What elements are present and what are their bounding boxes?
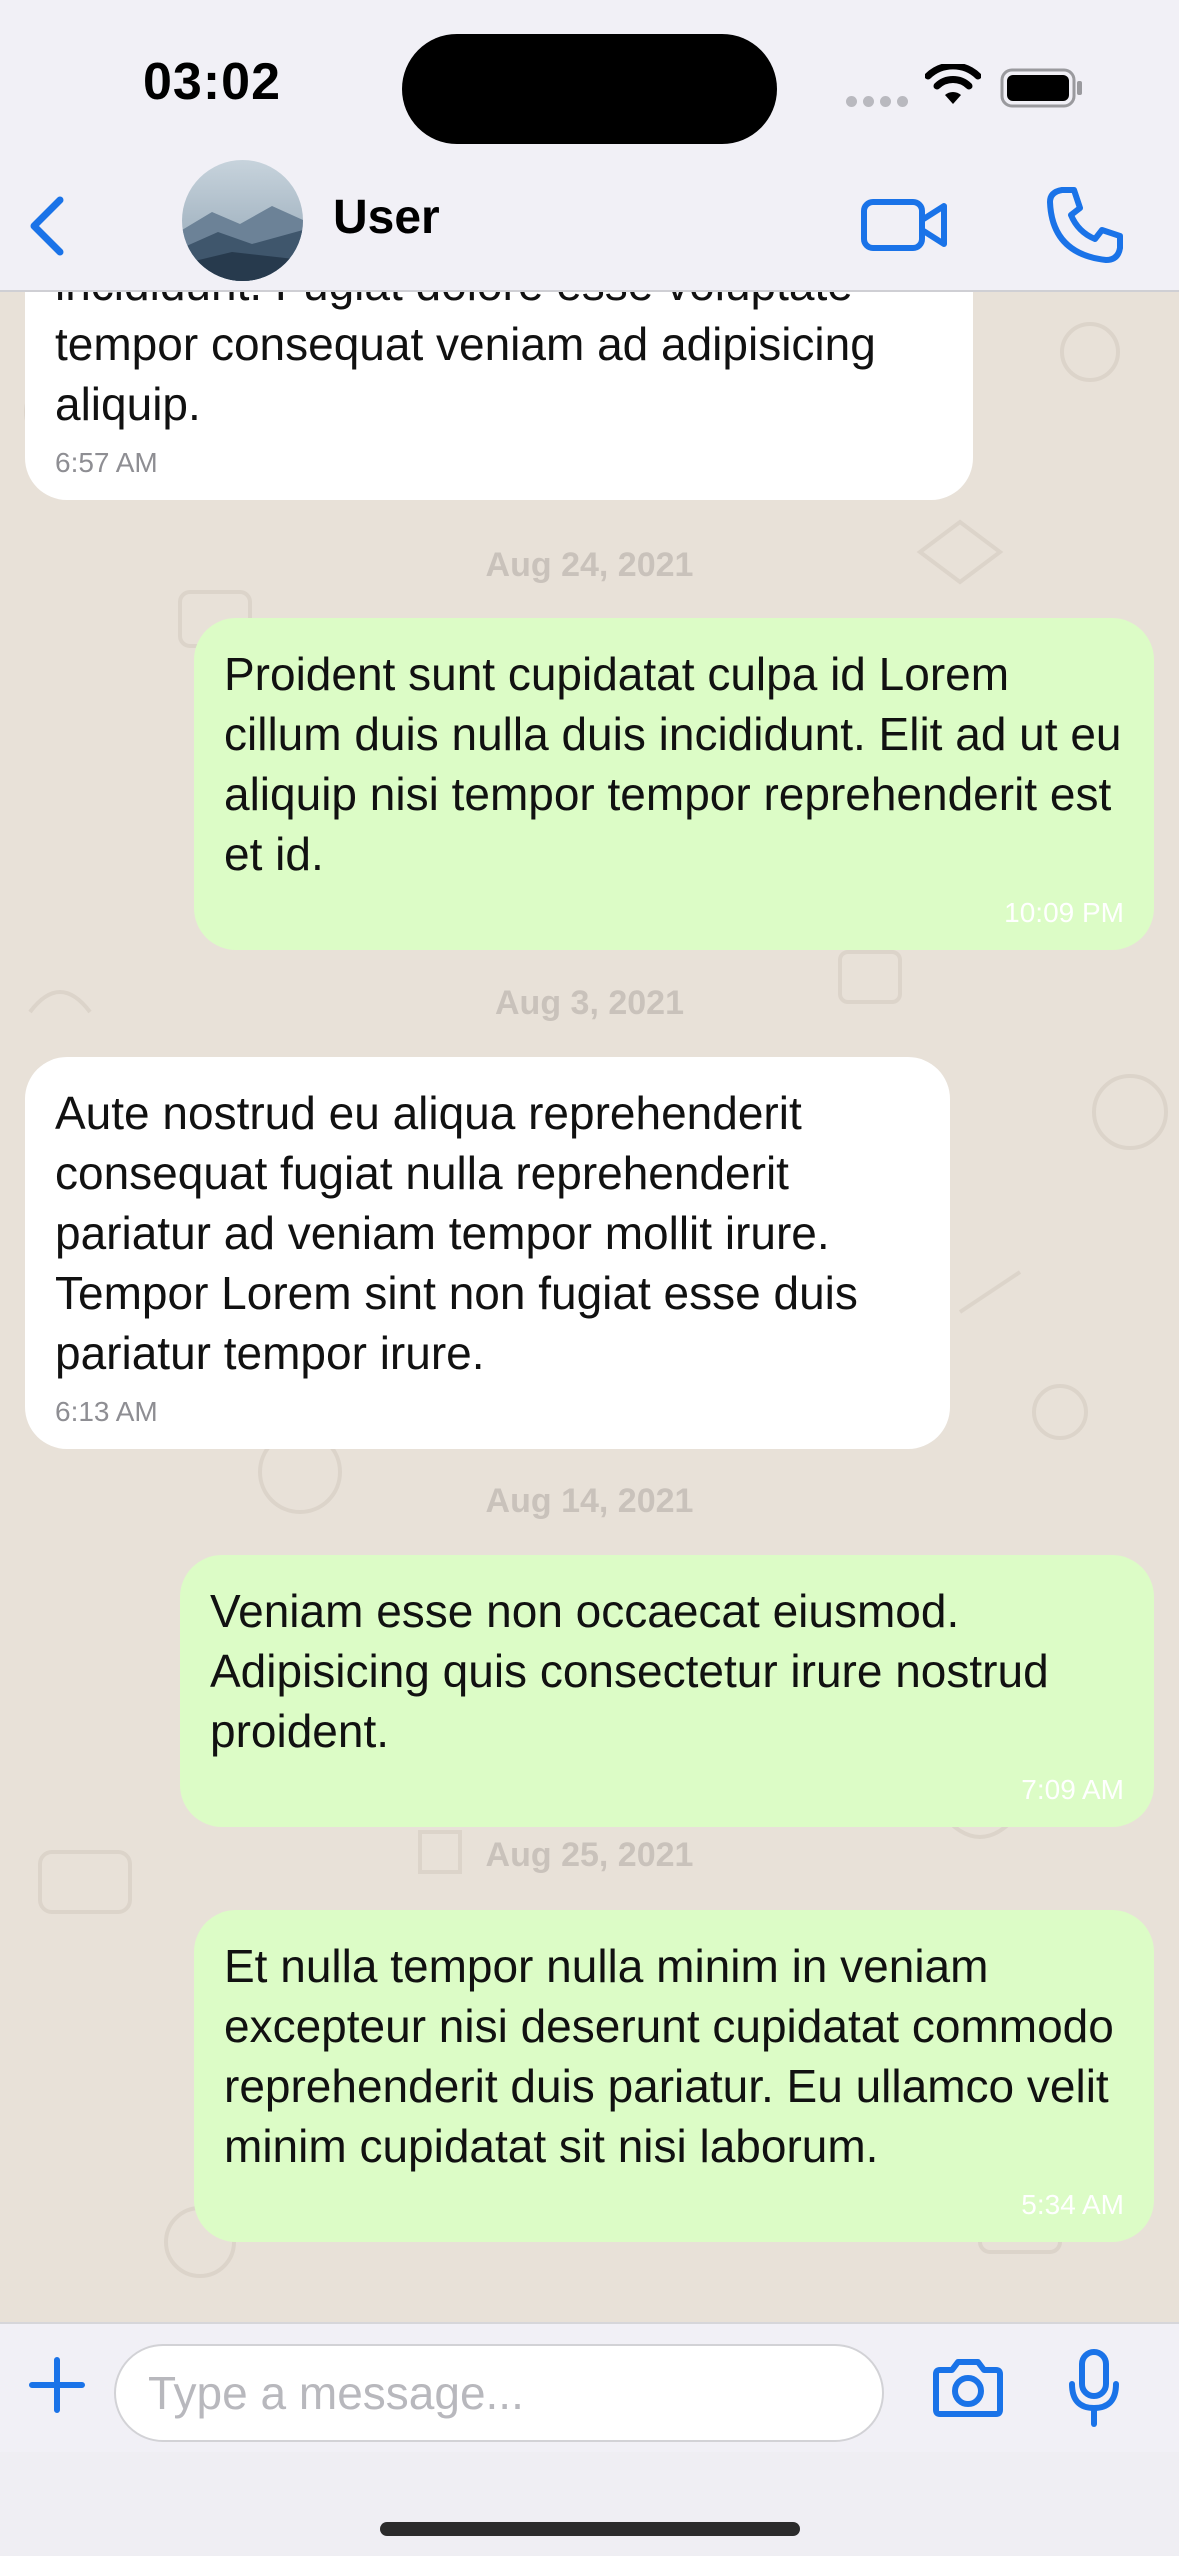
date-separator: Aug 24, 2021 — [485, 546, 694, 584]
date-separator: Aug 14, 2021 — [485, 1482, 694, 1520]
camera-icon[interactable] — [930, 2358, 1006, 2418]
message-time: 6:13 AM — [55, 1396, 158, 1427]
message-bubble-outgoing[interactable]: Proident sunt cupidatat culpa id Lorem c… — [194, 618, 1154, 950]
message-time: 7:09 AM — [1021, 1774, 1124, 1805]
back-icon[interactable] — [22, 194, 70, 258]
home-area — [0, 2452, 1179, 2556]
message-time: 6:57 AM — [55, 447, 158, 478]
message-bubble-incoming[interactable]: Aute nostrud eu aliqua reprehenderit con… — [25, 1057, 950, 1449]
message-time: 5:34 AM — [1021, 2189, 1124, 2220]
message-input[interactable] — [114, 2344, 884, 2442]
avatar[interactable] — [182, 160, 303, 281]
microphone-icon[interactable] — [1066, 2348, 1122, 2428]
message-text: incididunt. Fugiat dolore esse voluptate… — [55, 292, 876, 430]
message-list[interactable]: incididunt. Fugiat dolore esse voluptate… — [0, 292, 1179, 2322]
message-composer — [0, 2322, 1179, 2452]
message-bubble-outgoing[interactable]: Et nulla tempor nulla minim in veniam ex… — [194, 1910, 1154, 2242]
home-indicator[interactable] — [380, 2522, 800, 2536]
message-bubble-incoming[interactable]: incididunt. Fugiat dolore esse voluptate… — [25, 292, 973, 500]
contact-name[interactable]: User — [333, 190, 440, 245]
status-bar: 03:02 — [0, 0, 1179, 150]
date-separator: Aug 25, 2021 — [485, 1836, 694, 1874]
message-text: Et nulla tempor nulla minim in veniam ex… — [224, 1940, 1114, 2172]
message-time: 10:09 PM — [1004, 897, 1124, 928]
message-text: Proident sunt cupidatat culpa id Lorem c… — [224, 648, 1122, 880]
phone-call-icon[interactable] — [1044, 184, 1126, 266]
chat-header: User — [0, 150, 1179, 292]
plus-icon[interactable] — [28, 2356, 86, 2414]
message-text: Veniam esse non occaecat eiusmod. Adipis… — [210, 1585, 1049, 1757]
battery-icon — [1000, 68, 1082, 108]
dynamic-island — [402, 34, 777, 144]
message-bubble-outgoing[interactable]: Veniam esse non occaecat eiusmod. Adipis… — [180, 1555, 1154, 1827]
status-time: 03:02 — [143, 53, 281, 111]
cellular-signal-icon — [846, 94, 914, 112]
video-call-icon[interactable] — [860, 194, 950, 254]
message-text: Aute nostrud eu aliqua reprehenderit con… — [55, 1087, 858, 1379]
chat-screen: 03:02 User tempor consequat veniam ad ad… — [0, 0, 1179, 2556]
wifi-icon — [925, 64, 981, 104]
date-separator: Aug 3, 2021 — [495, 984, 684, 1022]
